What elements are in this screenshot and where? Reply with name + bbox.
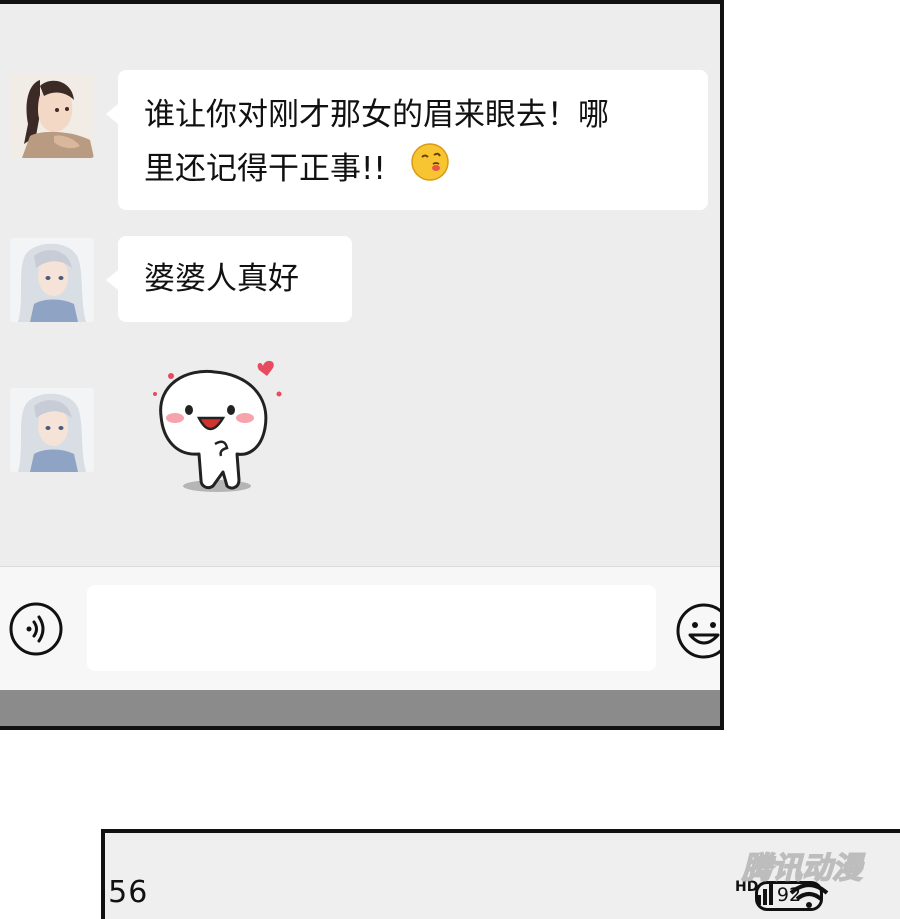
message-text: 婆婆人真好 xyxy=(144,261,299,297)
avatar-female-image xyxy=(10,74,94,158)
message-bubble-2[interactable]: 婆婆人真好 xyxy=(106,236,352,322)
status-time: :56 xyxy=(101,875,149,910)
message-text-input[interactable] xyxy=(87,585,656,671)
avatar-white-haired-image xyxy=(10,238,94,322)
avatar-female[interactable] xyxy=(10,74,94,158)
watermark-logo: 腾讯动漫 xyxy=(740,850,866,887)
chat-panel: 谁让你对刚才那女的眉来眼去！哪 里还记得干正事!! 婆婆人真好 xyxy=(0,0,724,730)
voice-icon[interactable] xyxy=(8,601,64,657)
chat-message-list[interactable]: 谁让你对刚才那女的眉来眼去！哪 里还记得干正事!! 婆婆人真好 xyxy=(0,4,720,564)
blushing-blob-sticker[interactable] xyxy=(135,354,295,504)
message-text-line2-row: 里还记得干正事!! xyxy=(144,142,682,199)
message-text-line2: 里还记得干正事!! xyxy=(144,151,386,187)
svg-text:腾讯动漫: 腾讯动漫 xyxy=(741,851,866,886)
message-input-bar xyxy=(0,566,720,691)
avatar-white-haired-image xyxy=(10,388,94,472)
message-text-line1: 谁让你对刚才那女的眉来眼去！哪 xyxy=(144,97,609,133)
tencent-comics-watermark: 腾讯动漫 xyxy=(740,846,890,887)
pouting-face-icon xyxy=(410,142,450,199)
sticker-image xyxy=(153,360,282,492)
smiley-icon[interactable] xyxy=(674,601,720,661)
avatar-white-haired[interactable] xyxy=(10,238,94,322)
message-bubble-1[interactable]: 谁让你对刚才那女的眉来眼去！哪 里还记得干正事!! xyxy=(106,70,708,210)
bottom-navigation-strip xyxy=(0,690,720,726)
avatar-white-haired[interactable] xyxy=(10,388,94,472)
